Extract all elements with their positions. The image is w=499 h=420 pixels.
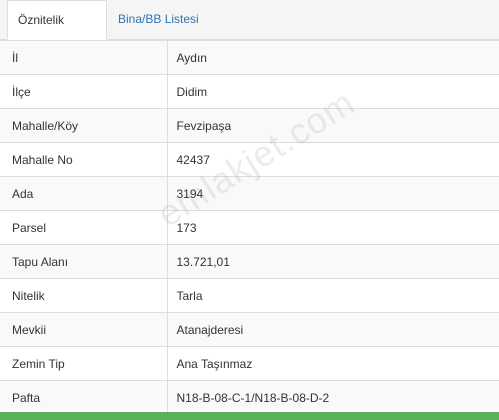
table-row: İlçe Didim [0, 74, 499, 109]
table-row: Nitelik Tarla [0, 278, 499, 313]
row-value: 42437 [167, 142, 499, 177]
row-value: Atanajderesi [167, 312, 499, 347]
row-value: 173 [167, 210, 499, 245]
row-value: N18-B-08-C-1/N18-B-08-D-2 [167, 380, 499, 415]
table-row: Mahalle No 42437 [0, 142, 499, 177]
bottom-status-bar [0, 412, 499, 420]
table-row: Mahalle/Köy Fevzipaşa [0, 108, 499, 143]
table-row: Zemin Tip Ana Taşınmaz [0, 346, 499, 381]
row-value: Aydın [167, 40, 499, 75]
table-row: Tapu Alanı 13.721,01 [0, 244, 499, 279]
row-value: Fevzipaşa [167, 108, 499, 143]
table-row: Ada 3194 [0, 176, 499, 211]
row-key: Nitelik [0, 278, 168, 313]
table-row: İl Aydın [0, 40, 499, 75]
row-key: İl [0, 40, 168, 75]
row-key: Mahalle No [0, 142, 168, 177]
table-row: Mevkii Atanajderesi [0, 312, 499, 347]
tab-bar: Öznitelik Bilgisi Bina/BB Listesi [0, 0, 499, 65]
row-value: Didim [167, 74, 499, 109]
row-value: 3194 [167, 176, 499, 211]
row-key: Ada [0, 176, 168, 211]
row-value: Ana Taşınmaz [167, 346, 499, 381]
attribute-table: İl Aydın İlçe Didim Mahalle/Köy Fevzipaş… [0, 40, 499, 415]
row-key: İlçe [0, 74, 168, 109]
row-value: 13.721,01 [167, 244, 499, 279]
row-key: Zemin Tip [0, 346, 168, 381]
table-row: Parsel 173 [0, 210, 499, 245]
row-key: Pafta [0, 380, 168, 415]
row-value: Tarla [167, 278, 499, 313]
row-key: Tapu Alanı [0, 244, 168, 279]
table-row: Pafta N18-B-08-C-1/N18-B-08-D-2 [0, 380, 499, 415]
row-key: Mevkii [0, 312, 168, 347]
row-key: Parsel [0, 210, 168, 245]
row-key: Mahalle/Köy [0, 108, 168, 143]
tab-bina-bb-listesi[interactable]: Bina/BB Listesi [108, 0, 209, 39]
tab-oznitelik-bilgisi[interactable]: Öznitelik Bilgisi [7, 0, 107, 65]
